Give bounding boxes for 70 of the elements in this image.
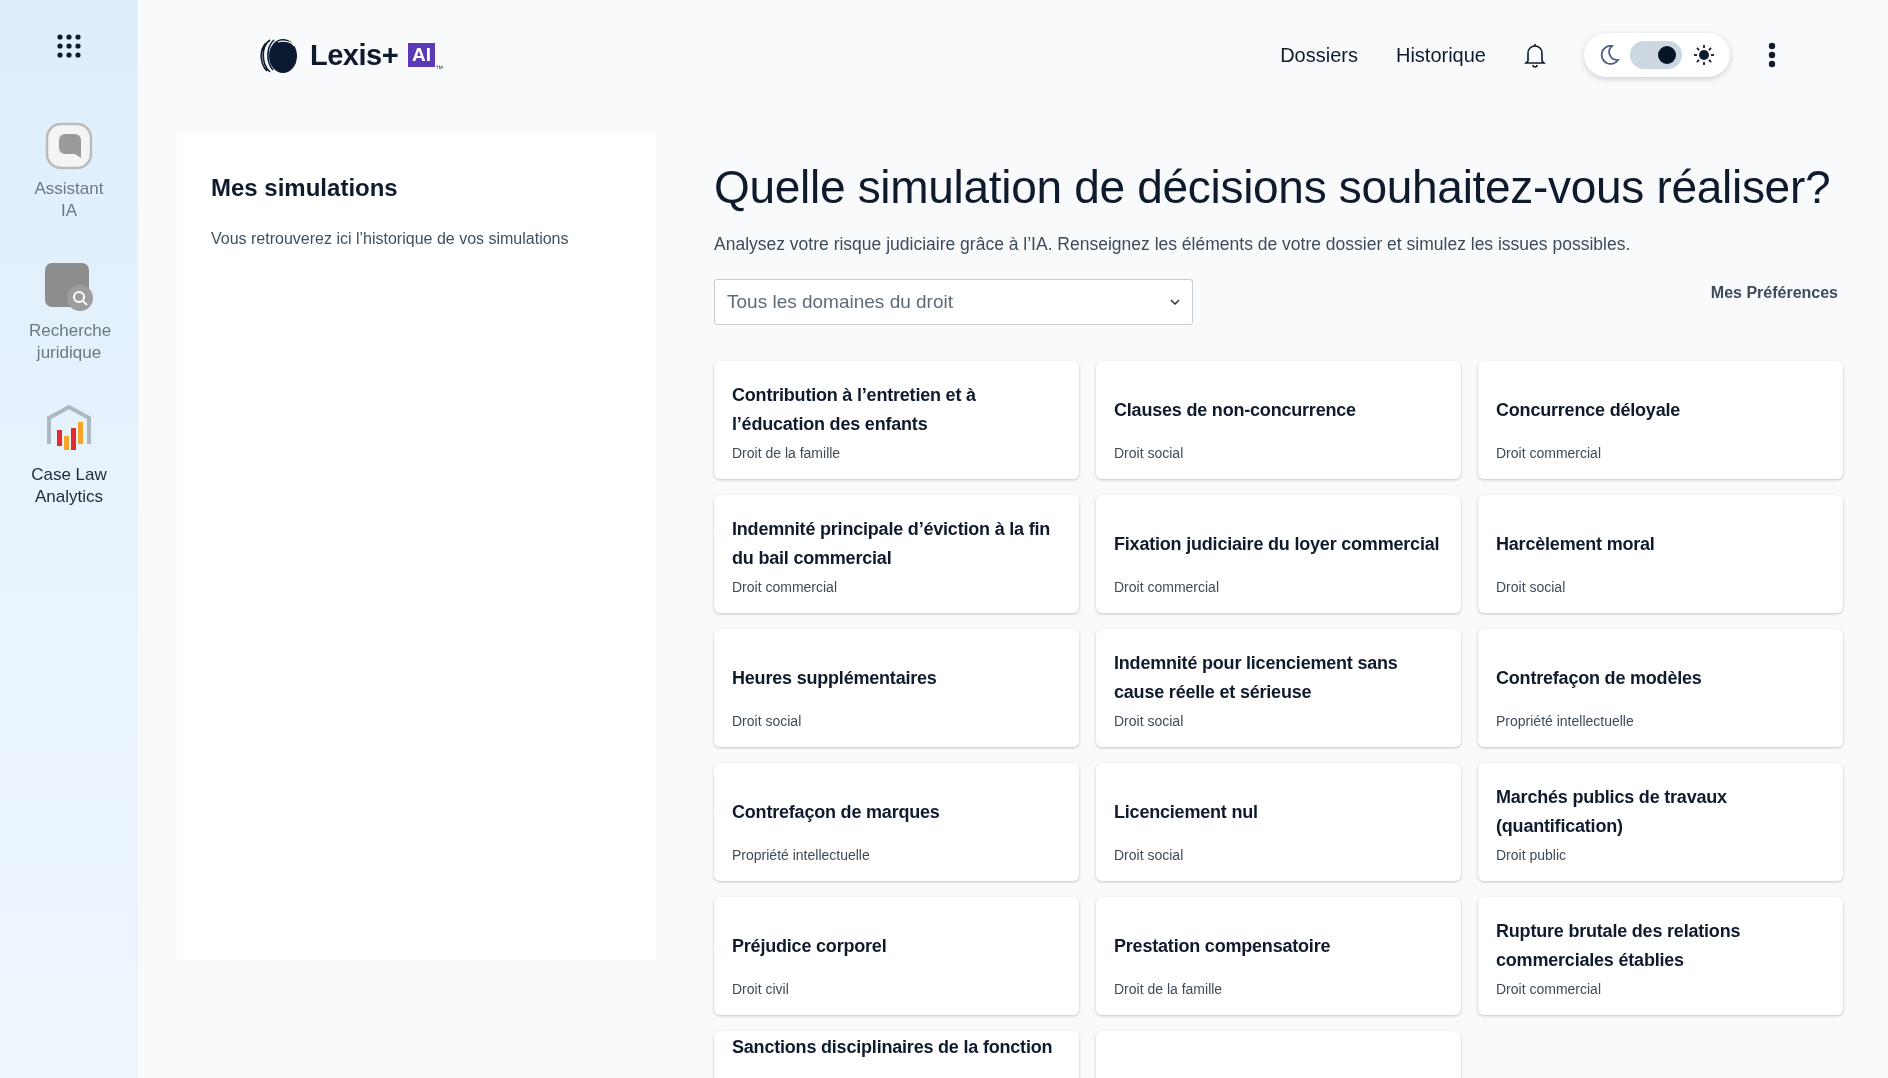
card-domain: Droit de la famille xyxy=(1114,981,1224,997)
simulation-card[interactable]: Concurrence déloyale Droit commercial xyxy=(1478,361,1843,479)
chevron-down-icon xyxy=(1170,299,1180,305)
card-domain: Droit de la famille xyxy=(732,445,842,461)
card-title: Prestation compensatoire xyxy=(1114,934,1332,958)
simulation-card[interactable]: Licenciement nul Droit social xyxy=(1096,763,1461,881)
card-domain: Droit commercial xyxy=(1496,981,1602,997)
card-domain: Droit commercial xyxy=(732,579,838,595)
card-domain: Droit social xyxy=(1114,713,1185,729)
preferences-link[interactable]: Mes Préférences xyxy=(1710,284,1838,302)
panel-title: Mes simulations xyxy=(211,174,399,202)
simulation-card[interactable]: Sanctions disciplinaires de la fonction xyxy=(714,1031,1079,1078)
theme-switch[interactable] xyxy=(1630,41,1682,69)
card-title: Contrefaçon de marques xyxy=(732,800,941,824)
card-domain: Droit commercial xyxy=(1496,445,1602,461)
card-title: Contrefaçon de modèles xyxy=(1496,666,1703,690)
card-title: Heures supplémentaires xyxy=(732,666,938,690)
ai-badge: AI xyxy=(408,43,436,67)
nav-link[interactable]: Dossiers xyxy=(1280,43,1358,67)
card-title: Clauses de non-concurrence xyxy=(1114,398,1357,422)
trademark-sign: ™ xyxy=(435,64,444,73)
card-domain: Droit public xyxy=(1496,847,1568,863)
simulation-card[interactable]: Contrefaçon de modèles Propriété intellectuelle xyxy=(1478,629,1843,747)
panel-text: Vous retrouverez ici l’historique de vos simulations xyxy=(211,230,570,248)
chat-icon xyxy=(45,122,93,170)
card-title: Harcèlement moral xyxy=(1496,532,1656,556)
page-subtitle: Analysez votre risque judiciaire grâce à l’IA. Renseignez les éléments de votre dossier et simulez les issues possibles. xyxy=(714,234,1632,255)
simulation-card[interactable]: Clauses de non-concurrence Droit social xyxy=(1096,361,1461,479)
sun-icon xyxy=(1692,43,1716,67)
more-options-icon[interactable] xyxy=(1768,42,1776,68)
nav-link[interactable]: Historique xyxy=(1395,43,1486,67)
simulation-card[interactable]: Contrefaçon de marques Propriété intellectuelle xyxy=(714,763,1079,881)
card-title: Sanctions disciplinaires de la fonction xyxy=(732,1036,1054,1059)
card-title: Concurrence déloyale xyxy=(1496,398,1682,422)
card-title: Contribution à l’entretien et à l’éducation des enfants xyxy=(732,384,977,436)
simulation-card[interactable]: Rupture brutale des relations commerciales établies Droit commercial xyxy=(1478,897,1843,1015)
card-domain: Droit civil xyxy=(732,981,790,997)
simulation-card[interactable]: Indemnité principale d’éviction à la fin du bail commercial Droit commercial xyxy=(714,495,1079,613)
card-domain: Droit commercial xyxy=(1114,579,1220,595)
simulation-card[interactable]: Indemnité pour licenciement sans cause réelle et sérieuse Droit social xyxy=(1096,629,1461,747)
card-title: Licenciement nul xyxy=(1114,800,1259,824)
moon-icon xyxy=(1598,44,1620,66)
sidebar-app[interactable]: Case Law Analytics xyxy=(9,404,129,508)
domain-select[interactable]: Tous les domaines du droit xyxy=(714,279,1193,325)
brand-name: Lexis+ xyxy=(310,38,399,72)
card-domain: Droit social xyxy=(1114,445,1185,461)
card-title: Fixation judiciaire du loyer commercial xyxy=(1114,532,1441,556)
simulation-card[interactable]: Fixation judiciaire du loyer commercial Droit commercial xyxy=(1096,495,1461,613)
card-domain: Droit social xyxy=(1114,847,1185,863)
card-domain: Propriété intellectuelle xyxy=(732,847,871,863)
card-domain: Droit social xyxy=(732,713,803,729)
card-title: Indemnité pour licenciement sans cause réelle et sérieuse xyxy=(1114,652,1399,704)
simulation-card[interactable]: Prestation compensatoire Droit de la famille xyxy=(1096,897,1461,1015)
simulation-card[interactable]: Heures supplémentaires Droit social xyxy=(714,629,1079,747)
card-title: Indemnité principale d’éviction à la fin du bail commercial xyxy=(732,518,1052,570)
simulation-card[interactable]: Préjudice corporel Droit civil xyxy=(714,897,1079,1015)
simulation-card[interactable]: Marchés publics de travaux (quantification) Droit public xyxy=(1478,763,1843,881)
search-icon xyxy=(44,262,94,312)
sidebar-app[interactable]: Assistant IA xyxy=(9,122,129,222)
page-title: Quelle simulation de décisions souhaitez-vous réaliser? xyxy=(714,160,1832,214)
card-title: Préjudice corporel xyxy=(732,934,888,958)
bell-icon[interactable] xyxy=(1524,42,1546,68)
apps-grid-icon[interactable] xyxy=(57,34,81,58)
simulation-card[interactable]: Contribution à l’entretien et à l’éducation des enfants Droit de la famille xyxy=(714,361,1079,479)
card-title: Rupture brutale des relations commerciales établies xyxy=(1496,920,1742,972)
card-title: Marchés publics de travaux (quantification) xyxy=(1496,786,1728,838)
sidebar-app[interactable]: Recherche juridique xyxy=(9,262,129,364)
simulation-card[interactable]: Harcèlement moral Droit social xyxy=(1478,495,1843,613)
card-domain: Droit social xyxy=(1496,579,1567,595)
card-domain: Propriété intellectuelle xyxy=(1496,713,1635,729)
